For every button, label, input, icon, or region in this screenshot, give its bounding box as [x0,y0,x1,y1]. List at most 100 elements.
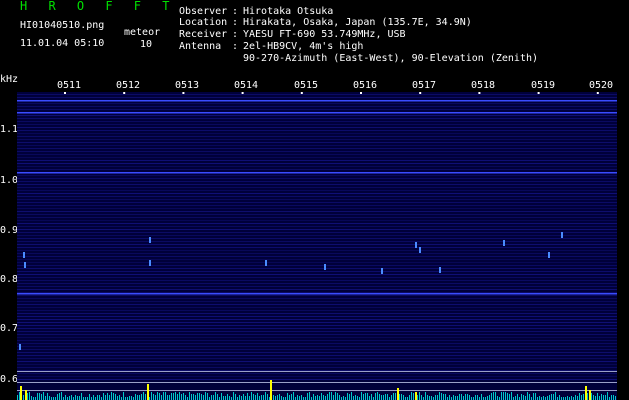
signal-trace [201,394,202,400]
hrofft-window: H R O F F T HI01040510.png 11.01.04 05:1… [0,0,629,400]
signal-trace [161,395,162,400]
info-key-antenna: Antenna [179,41,222,52]
signal-trace [351,392,352,400]
signal-spike [585,386,587,400]
signal-trace [253,394,254,400]
signal-trace [361,392,362,400]
signal-trace [481,394,482,400]
signal-trace [449,395,450,400]
signal-trace [371,394,372,400]
signal-spike [415,392,417,400]
noise-row [17,163,617,164]
noise-row [17,145,617,146]
signal-trace [309,392,310,400]
x-tick-mark [478,92,481,94]
noise-row [17,241,617,242]
file-name: HI01040510.png [20,20,105,31]
signal-spike [397,388,399,400]
signal-trace [299,396,300,400]
signal-trace [19,392,20,400]
signal-trace [155,395,156,400]
signal-trace [301,395,302,400]
noise-row [17,214,617,215]
signal-trace [159,393,160,400]
noise-row [17,181,617,182]
signal-trace [183,393,184,400]
signal-trace [141,394,142,400]
noise-row [17,235,617,236]
noise-row [17,301,617,302]
signal-trace [429,396,430,400]
carrier-line [17,172,617,174]
noise-row [17,238,617,239]
meteor-echo [439,267,441,273]
noise-row [17,268,617,269]
signal-trace [401,394,402,400]
signal-trace [567,396,568,400]
x-tick-mark [123,92,126,94]
meteor-echo [503,240,505,246]
signal-trace [329,392,330,400]
x-tick-label: 0515 [294,80,319,91]
signal-trace [453,395,454,400]
signal-trace [333,395,334,400]
signal-trace [387,394,388,400]
noise-row [17,130,617,131]
signal-trace [171,393,172,400]
y-tick-label: 0.6 [0,374,19,385]
signal-trace [61,392,62,400]
signal-trace [363,394,364,400]
meteor-echo [24,262,26,268]
signal-trace [143,392,144,400]
noise-row [17,178,617,179]
info-key-observer: Observer [179,6,228,17]
signal-trace [355,395,356,400]
info-separator: : [232,29,239,40]
x-tick-label: 0514 [234,80,259,91]
signal-trace [587,393,588,400]
meteor-echo [149,260,151,266]
signal-trace [559,395,560,400]
signal-trace [413,393,414,400]
signal-trace [319,396,320,400]
signal-trace [79,396,80,400]
signal-trace [571,396,572,400]
signal-trace [279,394,280,400]
noise-row [17,208,617,209]
signal-trace [477,395,478,400]
signal-trace [543,396,544,400]
x-tick-label: 0511 [57,80,82,91]
noise-row [17,106,617,107]
signal-trace [57,394,58,400]
signal-trace [597,393,598,400]
signal-trace [235,394,236,400]
signal-trace [263,395,264,400]
signal-trace [93,395,94,400]
signal-trace [583,394,584,400]
noise-row [17,259,617,260]
noise-row [17,115,617,116]
meteor-echo [419,247,421,253]
signal-trace [601,394,602,400]
meteor-echo [561,232,563,238]
signal-trace [445,394,446,400]
noise-row [17,367,617,368]
signal-trace [189,392,190,400]
signal-trace [193,394,194,400]
signal-trace [195,395,196,400]
signal-trace [157,392,158,400]
plot-frame-right [617,92,629,400]
signal-trace [487,396,488,400]
x-tick-label: 0517 [412,80,437,91]
signal-trace [463,396,464,400]
baseline-line [17,371,617,372]
noise-row [17,94,617,95]
signal-trace [177,394,178,400]
noise-row [17,358,617,359]
noise-row [17,133,617,134]
signal-trace [203,395,204,400]
noise-row [17,220,617,221]
signal-trace [511,392,512,400]
signal-trace [113,393,114,400]
signal-trace [59,393,60,400]
